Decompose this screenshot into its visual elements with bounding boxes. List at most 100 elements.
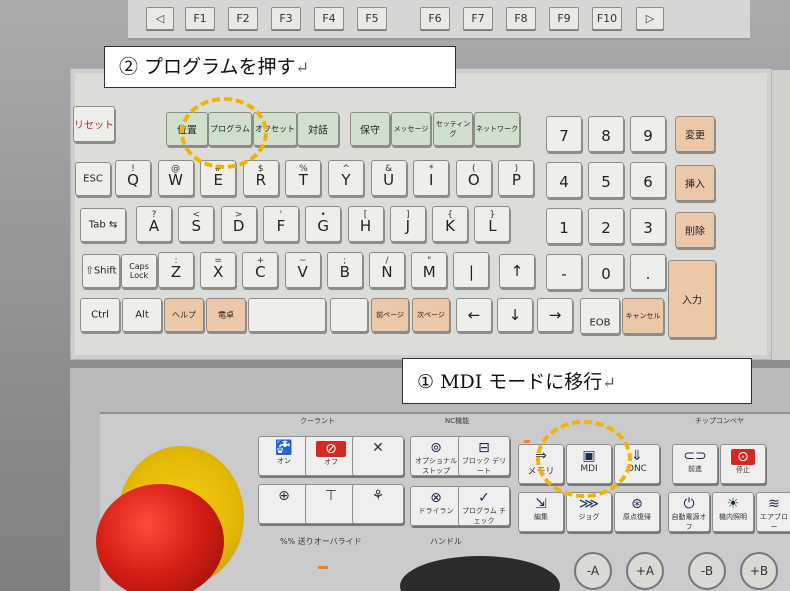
key-o[interactable]: (O (455, 160, 492, 196)
key-z[interactable]: :Z (158, 252, 194, 288)
softkey-f1[interactable]: F1 (185, 7, 215, 30)
arrow-up-key[interactable]: ↑ (499, 254, 535, 288)
arrow-right-key[interactable]: → (537, 298, 573, 332)
key-d[interactable]: > D (220, 206, 257, 242)
softkey-f9[interactable]: F9 (549, 7, 579, 30)
network-key[interactable]: ネットワーク (474, 112, 520, 146)
space-key[interactable] (248, 298, 326, 332)
key-m[interactable]: " M (411, 252, 448, 288)
softkey-f7[interactable]: F7 (463, 7, 493, 30)
arrow-left-key[interactable]: ← (456, 298, 492, 332)
numpad-key-11[interactable]: . (630, 254, 666, 290)
numpad-key-8[interactable]: 3 (630, 208, 666, 244)
delete-key[interactable]: 削除 (675, 212, 715, 248)
minus-a-button[interactable]: -A (574, 552, 612, 590)
coolant-off-button[interactable]: ⊘ オフ (305, 436, 357, 476)
key-s[interactable]: < S (178, 206, 215, 242)
numpad-key-9[interactable]: - (546, 254, 582, 290)
air-blow-button[interactable]: ≋ エアブロー (756, 492, 790, 532)
calculator-key[interactable]: 電卓 (206, 298, 246, 332)
softkey-f5[interactable]: F5 (357, 7, 387, 30)
coolant-option1-button[interactable]: ⊕ (258, 484, 310, 524)
arrow-down-key[interactable]: ↓ (497, 298, 533, 332)
input-key[interactable]: 入力 (668, 260, 716, 338)
numpad-key-6[interactable]: 1 (546, 208, 582, 244)
conveyor-stop-button[interactable]: ⊙ 停止 (720, 444, 766, 484)
alter-key[interactable]: 変更 (675, 116, 715, 152)
softkey-f2[interactable]: F2 (228, 7, 258, 30)
page-down-key[interactable]: 次ページ (412, 298, 450, 332)
eob-key[interactable]: EOB (580, 298, 620, 334)
zero-return-button[interactable]: ⊛ 原点復帰 (614, 492, 660, 532)
message-key[interactable]: メッセージ (391, 112, 431, 146)
caps-lock-key[interactable]: Caps Lock (121, 254, 157, 288)
tab-key[interactable]: Tab ⇆ (80, 208, 126, 242)
plus-b-button[interactable]: +B (740, 552, 778, 590)
insert-key[interactable]: 挿入 (675, 165, 715, 201)
softkey-f4[interactable]: F4 (314, 7, 344, 30)
block-delete-button[interactable]: ⊟ ブロック デリート (458, 436, 510, 476)
emergency-stop-button[interactable] (96, 484, 224, 591)
softkey-f3[interactable]: F3 (271, 7, 301, 30)
maintenance-key[interactable]: 保守 (350, 112, 390, 146)
key-r[interactable]: $ R (242, 160, 279, 196)
softkey-f6[interactable]: F6 (420, 7, 450, 30)
setting-key[interactable]: セッティング (433, 112, 473, 146)
key-i[interactable]: * I (413, 160, 450, 196)
edit-mode-button[interactable]: ⇲ 編集 (518, 492, 564, 532)
key-a[interactable]: ? A (136, 206, 172, 242)
dialog-key[interactable]: 対話 (297, 112, 339, 146)
key-k[interactable]: {K (432, 206, 469, 242)
key-l[interactable]: } L (474, 206, 511, 242)
coolant-option2-button[interactable]: ⊤ (305, 484, 357, 524)
esc-key[interactable]: ESC (75, 162, 111, 196)
help-key[interactable]: ヘルプ (164, 298, 204, 332)
key-p[interactable]: ) P (498, 160, 535, 196)
key-j[interactable]: ] J (389, 206, 426, 242)
program-check-button[interactable]: ✓ プログラム チェック (458, 486, 510, 526)
page-up-key[interactable]: 前ページ (371, 298, 409, 332)
shift-key[interactable]: ⇧Shift (82, 254, 120, 288)
coolant-extra-button[interactable]: ✕ (352, 436, 404, 476)
softkey-right[interactable]: ▷ (636, 7, 664, 30)
key-q[interactable]: ! Q (115, 160, 151, 196)
key-t[interactable]: % T (285, 160, 322, 196)
key-b[interactable]: ; B (326, 252, 363, 288)
key-pipe[interactable]: | (453, 252, 490, 288)
jog-mode-button[interactable]: ⋙ ジョグ (566, 492, 612, 532)
ctrl-key[interactable]: Ctrl (80, 298, 120, 332)
softkey-f10[interactable]: F10 (592, 7, 622, 30)
key-w[interactable]: @ W (157, 160, 194, 196)
minus-b-button[interactable]: -B (688, 552, 726, 590)
key-c[interactable]: + C (242, 252, 279, 288)
numpad-key-5[interactable]: 6 (630, 162, 666, 198)
numpad-key-10[interactable]: 0 (588, 254, 624, 290)
auto-power-off-button[interactable]: ⏻ 自動電源オフ (668, 492, 710, 532)
plus-a-button[interactable]: +A (626, 552, 664, 590)
reset-key[interactable]: リセット (73, 106, 115, 142)
key-u[interactable]: & U (370, 160, 407, 196)
cancel-key[interactable]: キャンセル (622, 298, 664, 334)
numpad-key-4[interactable]: 5 (588, 162, 624, 198)
key-x[interactable]: = X (200, 252, 237, 288)
numpad-key-7[interactable]: 2 (588, 208, 624, 244)
blank-key[interactable] (330, 298, 368, 332)
key-v[interactable]: ~ V (284, 252, 321, 288)
key-n[interactable]: / N (369, 252, 405, 288)
numpad-key-1[interactable]: 8 (588, 116, 624, 152)
key-f[interactable]: ' F (262, 206, 299, 242)
softkey-f8[interactable]: F8 (506, 7, 536, 30)
optional-stop-button[interactable]: ⊚ オプショナル ストップ (410, 436, 462, 476)
numpad-key-0[interactable]: 7 (546, 116, 582, 152)
numpad-key-2[interactable]: 9 (630, 116, 666, 152)
alt-key[interactable]: Alt (122, 298, 162, 332)
key-g[interactable]: • G (305, 206, 342, 242)
work-light-button[interactable]: ☀ 機内照明 (712, 492, 754, 532)
key-y[interactable]: ^ Y (328, 160, 364, 196)
coolant-option3-button[interactable]: ⚘ (352, 484, 404, 524)
softkey-left[interactable]: ◁ (146, 7, 174, 30)
coolant-on-button[interactable]: 🚰 オン (258, 436, 310, 476)
dry-run-button[interactable]: ⊗ ドライラン (410, 486, 462, 526)
numpad-key-3[interactable]: 4 (546, 162, 582, 198)
conveyor-forward-button[interactable]: ⊂⊃ 前進 (672, 444, 718, 484)
